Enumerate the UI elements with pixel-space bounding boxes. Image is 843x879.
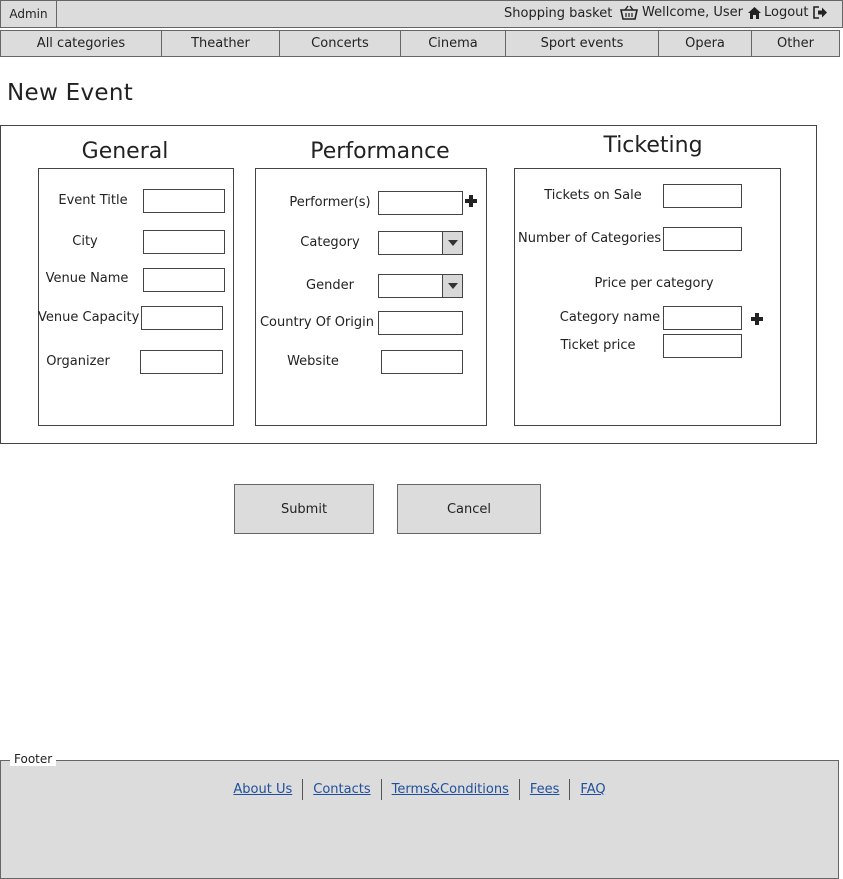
country-of-origin-field[interactable] bbox=[378, 311, 463, 335]
tab-theather[interactable]: Theather bbox=[162, 31, 280, 56]
performers-field[interactable] bbox=[378, 191, 463, 215]
footer-links: About Us Contacts Terms&Conditions Fees … bbox=[0, 779, 839, 800]
category-nav: All categories Theather Concerts Cinema … bbox=[0, 30, 840, 57]
venue-capacity-field[interactable] bbox=[141, 306, 223, 330]
welcome-user-link[interactable]: Wellcome, User bbox=[642, 5, 762, 20]
home-icon bbox=[747, 6, 762, 20]
venue-name-label: Venue Name bbox=[45, 271, 129, 286]
event-title-label: Event Title bbox=[58, 193, 128, 208]
tab-all-categories[interactable]: All categories bbox=[1, 31, 162, 56]
footer-link-about-us[interactable]: About Us bbox=[223, 779, 304, 800]
tab-sport-events[interactable]: Sport events bbox=[506, 31, 659, 56]
welcome-label: Wellcome, User bbox=[642, 5, 743, 20]
page-title: New Event bbox=[7, 80, 134, 106]
general-section-title: General bbox=[81, 139, 169, 164]
ticket-price-label: Ticket price bbox=[560, 338, 636, 353]
basket-icon bbox=[620, 5, 639, 21]
shopping-basket-link[interactable]: Shopping basket bbox=[504, 5, 639, 21]
footer-link-contacts[interactable]: Contacts bbox=[303, 779, 382, 800]
footer-legend: Footer bbox=[10, 752, 57, 766]
gender-label: Gender bbox=[306, 278, 354, 293]
organizer-field[interactable] bbox=[140, 350, 223, 374]
tab-concerts[interactable]: Concerts bbox=[280, 31, 401, 56]
gender-select[interactable] bbox=[378, 274, 463, 298]
tab-cinema[interactable]: Cinema bbox=[401, 31, 506, 56]
logout-label: Logout bbox=[764, 5, 809, 20]
performance-section-title: Performance bbox=[310, 139, 450, 164]
venue-capacity-label: Venue Capacity bbox=[38, 310, 140, 325]
category-select[interactable] bbox=[378, 231, 463, 255]
organizer-label: Organizer bbox=[46, 354, 110, 369]
ticketing-section-title: Ticketing bbox=[603, 133, 703, 158]
cancel-button[interactable]: Cancel bbox=[397, 484, 541, 534]
number-of-categories-label: Number of Categories bbox=[518, 231, 662, 246]
chevron-down-icon bbox=[442, 275, 462, 297]
tickets-on-sale-field[interactable] bbox=[663, 184, 742, 208]
footer-link-terms[interactable]: Terms&Conditions bbox=[382, 779, 520, 800]
city-field[interactable] bbox=[143, 230, 225, 254]
category-name-label: Category name bbox=[559, 310, 661, 325]
logout-link[interactable]: Logout bbox=[764, 5, 828, 20]
footer-link-faq[interactable]: FAQ bbox=[570, 779, 615, 800]
category-label: Category bbox=[300, 235, 360, 250]
event-title-field[interactable] bbox=[143, 189, 225, 213]
tab-other[interactable]: Other bbox=[752, 31, 839, 56]
category-name-field[interactable] bbox=[663, 306, 742, 330]
website-label: Website bbox=[287, 354, 339, 369]
add-performer-plus-icon[interactable] bbox=[463, 192, 479, 214]
chevron-down-icon bbox=[442, 232, 462, 254]
country-of-origin-label: Country Of Origin bbox=[259, 315, 374, 330]
website-field[interactable] bbox=[381, 350, 463, 374]
price-per-category-label: Price per category bbox=[594, 276, 714, 291]
number-of-categories-field[interactable] bbox=[663, 227, 742, 251]
ticket-price-field[interactable] bbox=[663, 334, 742, 358]
performers-label: Performer(s) bbox=[289, 195, 371, 210]
tickets-on-sale-label: Tickets on Sale bbox=[544, 188, 642, 203]
logout-icon bbox=[812, 6, 828, 19]
footer bbox=[0, 760, 839, 879]
city-label: City bbox=[72, 234, 98, 249]
tab-opera[interactable]: Opera bbox=[659, 31, 752, 56]
submit-button[interactable]: Submit bbox=[234, 484, 374, 534]
add-category-plus-icon[interactable] bbox=[749, 310, 765, 332]
admin-label[interactable]: Admin bbox=[1, 1, 57, 27]
venue-name-field[interactable] bbox=[143, 268, 225, 292]
shopping-basket-label: Shopping basket bbox=[504, 5, 613, 21]
footer-link-fees[interactable]: Fees bbox=[520, 779, 571, 800]
